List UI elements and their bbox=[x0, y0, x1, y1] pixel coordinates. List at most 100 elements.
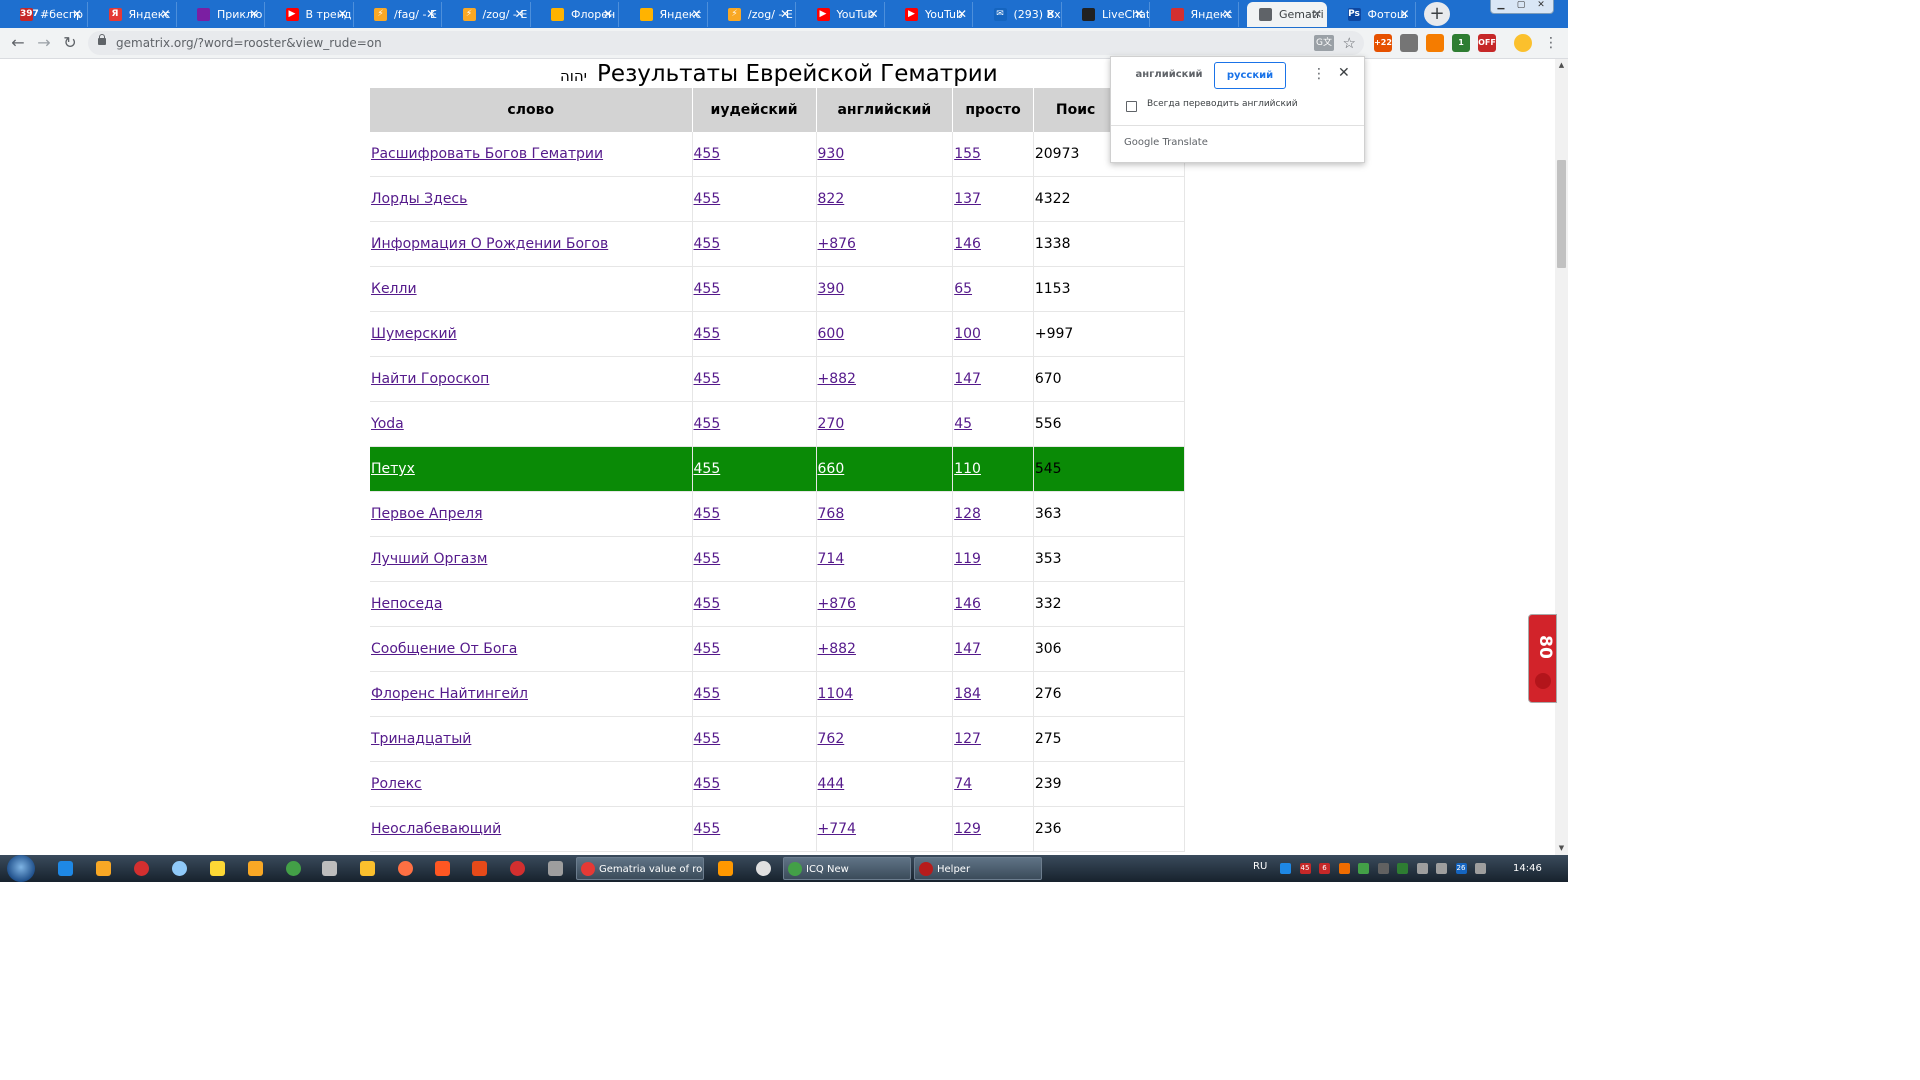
tray-icon[interactable] bbox=[1338, 863, 1350, 874]
tab-0[interactable]: 397 #беспр ✕ bbox=[8, 2, 88, 27]
translate-icon[interactable]: G文 bbox=[1314, 35, 1334, 51]
tab-4[interactable]: ⚡/fag/ - E ✕ bbox=[362, 2, 442, 27]
jewish-value-link[interactable]: 455 bbox=[694, 236, 721, 252]
tab-close-icon[interactable]: ✕ bbox=[780, 2, 790, 27]
tab-6[interactable]: Флорен ✕ bbox=[539, 2, 619, 27]
jewish-value-link[interactable]: 455 bbox=[694, 731, 721, 747]
word-link[interactable]: Неослабевающий bbox=[371, 821, 501, 837]
app-icon-2[interactable] bbox=[210, 861, 225, 876]
simple-value-link[interactable]: 119 bbox=[954, 551, 981, 567]
taskbar-task[interactable]: Gematria value of ro... bbox=[576, 857, 704, 880]
tab-7[interactable]: Яндекс ✕ bbox=[628, 2, 708, 27]
jewish-value-link[interactable]: 455 bbox=[694, 146, 721, 162]
tab-close-icon[interactable]: ✕ bbox=[249, 2, 259, 27]
english-value-link[interactable]: +882 bbox=[818, 641, 856, 657]
word-link[interactable]: Первое Апреля bbox=[371, 506, 483, 522]
media-player-icon[interactable] bbox=[96, 861, 111, 876]
more-options-icon[interactable]: ⋮ bbox=[1312, 66, 1326, 82]
word-link[interactable]: Расшифровать Богов Гематрии bbox=[371, 146, 603, 162]
word-link[interactable]: Шумерский bbox=[371, 326, 457, 342]
jewish-value-link[interactable]: 455 bbox=[694, 416, 721, 432]
reload-button[interactable]: ↻ bbox=[58, 31, 82, 55]
tab-close-icon[interactable]: ✕ bbox=[72, 2, 82, 27]
tab-close-icon[interactable]: ✕ bbox=[868, 2, 878, 27]
jewish-value-link[interactable]: 455 bbox=[694, 281, 721, 297]
ext-counter-icon[interactable]: 1 bbox=[1452, 34, 1470, 52]
simple-value-link[interactable]: 127 bbox=[954, 731, 981, 747]
jewish-value-link[interactable]: 455 bbox=[694, 371, 721, 387]
word-link[interactable]: Петух bbox=[371, 461, 415, 477]
simple-value-link[interactable]: 110 bbox=[954, 461, 981, 477]
tab-11[interactable]: ✉ (293) Вх ✕ bbox=[982, 2, 1062, 27]
english-value-link[interactable]: 444 bbox=[818, 776, 845, 792]
word-link[interactable]: Yoda bbox=[371, 416, 404, 432]
tab-15[interactable]: Ps Фотош ✕ bbox=[1336, 2, 1416, 27]
input-language[interactable]: RU bbox=[1253, 861, 1267, 872]
yandex-browser-icon[interactable] bbox=[756, 861, 771, 876]
english-value-link[interactable]: 762 bbox=[818, 731, 845, 747]
word-link[interactable]: Информация О Рождении Богов bbox=[371, 236, 608, 252]
header-simple[interactable]: просто bbox=[952, 88, 1034, 132]
jewish-value-link[interactable]: 455 bbox=[694, 596, 721, 612]
jewish-value-link[interactable]: 455 bbox=[694, 686, 721, 702]
jewish-value-link[interactable]: 455 bbox=[694, 776, 721, 792]
jewish-value-link[interactable]: 455 bbox=[694, 506, 721, 522]
word-link[interactable]: Ролекс bbox=[371, 776, 422, 792]
address-bar[interactable]: gematrix.org/?word=rooster&view_rude=on … bbox=[88, 31, 1364, 55]
ext-search-icon[interactable] bbox=[1426, 34, 1444, 52]
ext-gray-icon[interactable] bbox=[1400, 34, 1418, 52]
tab-1[interactable]: Я Яндекс ✕ bbox=[97, 2, 177, 27]
minimize-button[interactable]: ▁ bbox=[1491, 0, 1511, 13]
app-icon-1[interactable] bbox=[172, 861, 187, 876]
tab-close-icon[interactable]: ✕ bbox=[1134, 2, 1144, 27]
english-value-link[interactable]: 660 bbox=[818, 461, 845, 477]
ie-icon[interactable] bbox=[58, 861, 73, 876]
url-text[interactable]: gematrix.org/?word=rooster&view_rude=on bbox=[116, 31, 382, 55]
word-link[interactable]: Тринадцатый bbox=[371, 731, 471, 747]
tab-close-icon[interactable]: ✕ bbox=[160, 2, 170, 27]
english-value-link[interactable]: +774 bbox=[818, 821, 856, 837]
tab-14[interactable]: Gematri ✕ bbox=[1247, 2, 1327, 27]
app-icon-4[interactable] bbox=[286, 861, 301, 876]
page-scrollbar[interactable]: ▲ ▼ bbox=[1555, 59, 1568, 855]
ext-weather-icon[interactable]: +22 bbox=[1374, 34, 1392, 52]
tray-icon[interactable] bbox=[1280, 863, 1291, 874]
tab-close-icon[interactable]: ✕ bbox=[514, 2, 524, 27]
opera-gx-icon[interactable] bbox=[510, 861, 525, 876]
jewish-value-link[interactable]: 455 bbox=[694, 641, 721, 657]
browser-menu-icon[interactable]: ⋮ bbox=[1544, 34, 1558, 52]
close-icon[interactable]: ✕ bbox=[1338, 65, 1350, 81]
jewish-value-link[interactable]: 455 bbox=[694, 191, 721, 207]
profile-avatar[interactable] bbox=[1514, 34, 1532, 52]
english-value-link[interactable]: 822 bbox=[818, 191, 845, 207]
tab-close-icon[interactable]: ✕ bbox=[1045, 2, 1055, 27]
tab-3[interactable]: ▶ В тренд ✕ bbox=[274, 2, 354, 27]
translate-source-language[interactable]: английский bbox=[1133, 62, 1205, 88]
tray-icon[interactable] bbox=[1416, 863, 1428, 874]
english-value-link[interactable]: 930 bbox=[818, 146, 845, 162]
simple-value-link[interactable]: 45 bbox=[954, 416, 972, 432]
simple-value-link[interactable]: 146 bbox=[954, 236, 981, 252]
side-widget[interactable]: 80 bbox=[1528, 614, 1557, 703]
tab-close-icon[interactable]: ✕ bbox=[957, 2, 967, 27]
word-link[interactable]: Найти Гороскоп bbox=[371, 371, 489, 387]
english-value-link[interactable]: +882 bbox=[818, 371, 856, 387]
simple-value-link[interactable]: 155 bbox=[954, 146, 981, 162]
close-window-button[interactable]: ✕ bbox=[1531, 0, 1551, 13]
simple-value-link[interactable]: 100 bbox=[954, 326, 981, 342]
always-translate-checkbox[interactable] bbox=[1126, 101, 1137, 112]
tray-icon[interactable] bbox=[1377, 863, 1389, 874]
tray-icon[interactable]: 26 bbox=[1455, 863, 1467, 874]
word-link[interactable]: Флоренс Найтингейл bbox=[371, 686, 528, 702]
translate-target-language[interactable]: русский bbox=[1214, 62, 1286, 89]
taskbar-task[interactable]: ICQ New bbox=[783, 857, 911, 880]
scroll-up-arrow[interactable]: ▲ bbox=[1555, 59, 1568, 72]
maximize-button[interactable]: ▢ bbox=[1511, 0, 1531, 13]
scroll-thumb[interactable] bbox=[1557, 160, 1566, 268]
tab-close-icon[interactable]: ✕ bbox=[337, 2, 347, 27]
firefox-icon[interactable] bbox=[398, 861, 413, 876]
english-value-link[interactable]: 768 bbox=[818, 506, 845, 522]
simple-value-link[interactable]: 146 bbox=[954, 596, 981, 612]
tab-10[interactable]: ▶ YouTub ✕ bbox=[893, 2, 973, 27]
word-link[interactable]: Сообщение От Бога bbox=[371, 641, 517, 657]
